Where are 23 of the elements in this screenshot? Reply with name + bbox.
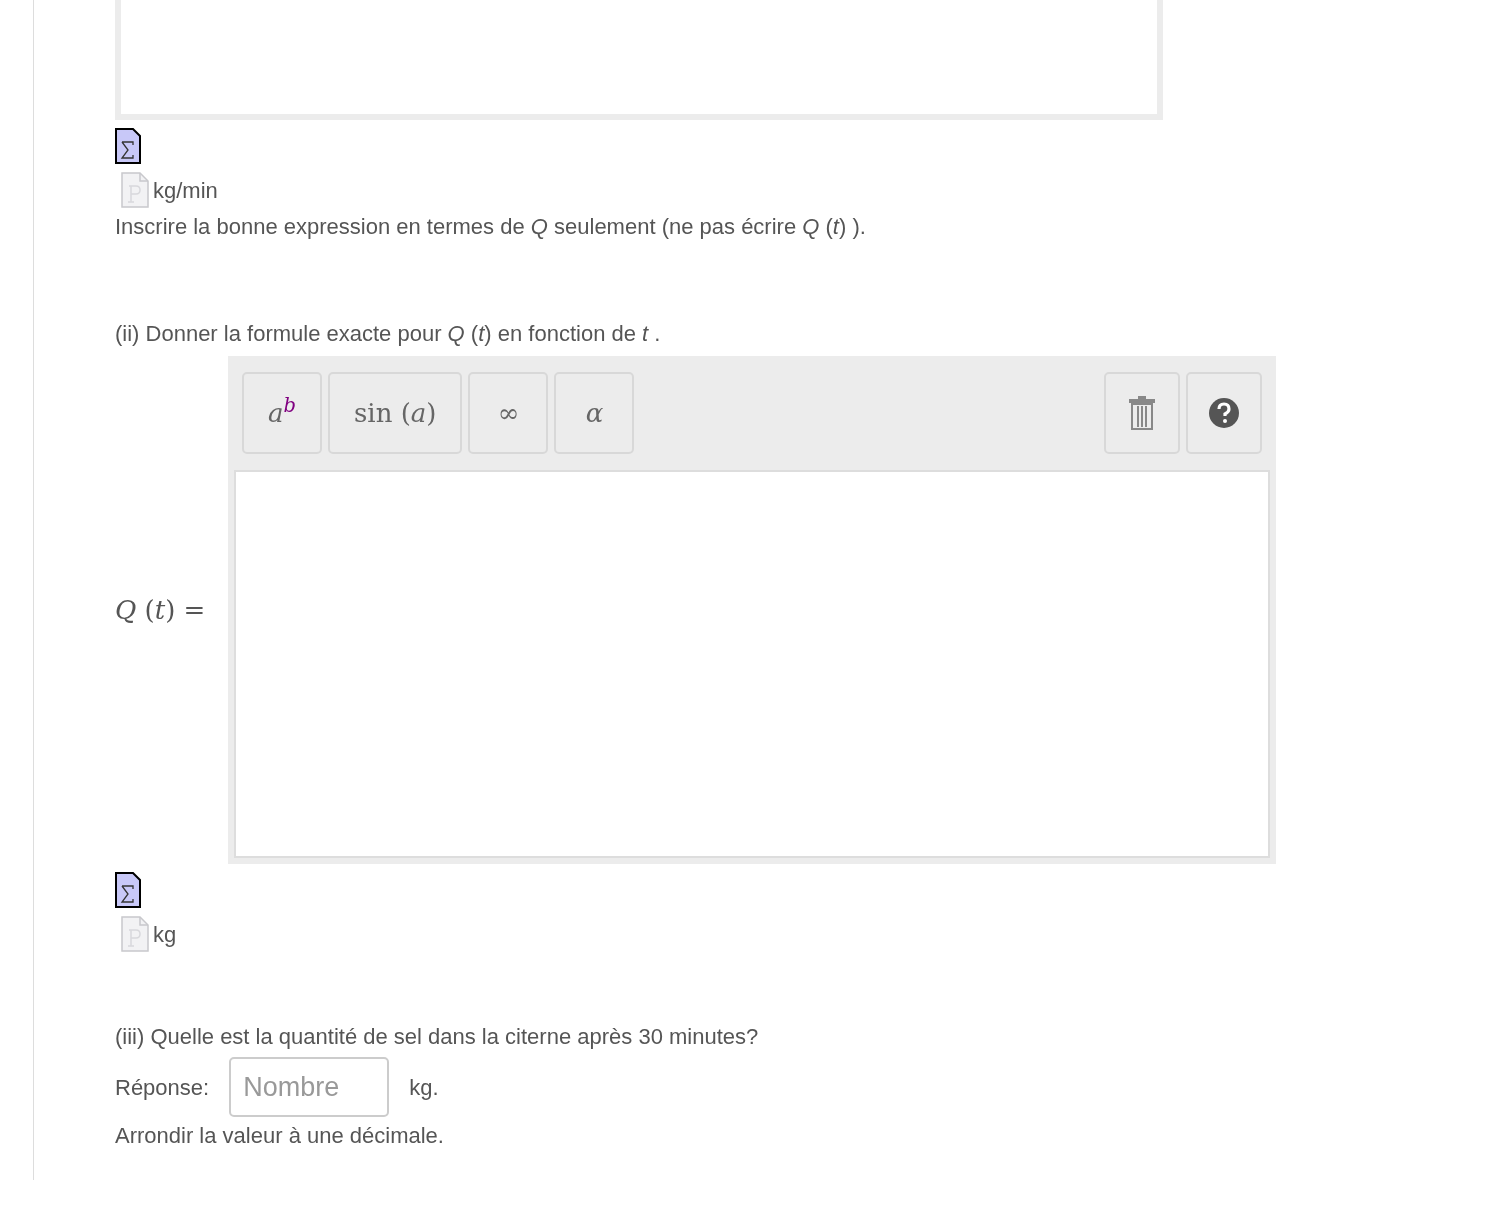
help-icon	[1208, 397, 1240, 429]
help-button[interactable]	[1186, 372, 1262, 454]
instruction-text: Inscrire la bonne expression en termes de Q seulement (ne pas écrire Q (t) ).	[115, 213, 867, 241]
question-text: (ii) Donner la formule exacte pour Q (t) en fonction de t .	[115, 320, 662, 348]
formula-icon	[115, 128, 141, 164]
hint-text: Arrondir la valeur à une décimale.	[115, 1122, 445, 1150]
broken-image-icon	[121, 172, 149, 208]
number-input[interactable]: Nombre	[229, 1057, 390, 1117]
delete-button[interactable]	[1104, 372, 1180, 454]
symbol-button[interactable]: sin (a)	[328, 372, 463, 454]
formula-input-field[interactable]	[234, 470, 1270, 858]
broken-image-icon	[121, 916, 149, 952]
symbol-button[interactable]: α	[554, 372, 635, 454]
unit-label: kg.	[409, 1073, 439, 1102]
equation-label: Q (t) =	[115, 593, 207, 627]
question-text: (iii) Quelle est la quantité de sel dans la citerne après 30 minutes?	[115, 1023, 760, 1051]
trash-icon	[1128, 396, 1156, 430]
formula-icon	[115, 872, 141, 908]
unit-label: kg	[153, 920, 177, 949]
symbol-button[interactable]: ∞	[468, 372, 549, 454]
unit-label: kg/min	[153, 176, 218, 205]
symbol-button[interactable]: a$^{b}$	[242, 372, 322, 454]
answer-label: Réponse:	[115, 1073, 210, 1102]
